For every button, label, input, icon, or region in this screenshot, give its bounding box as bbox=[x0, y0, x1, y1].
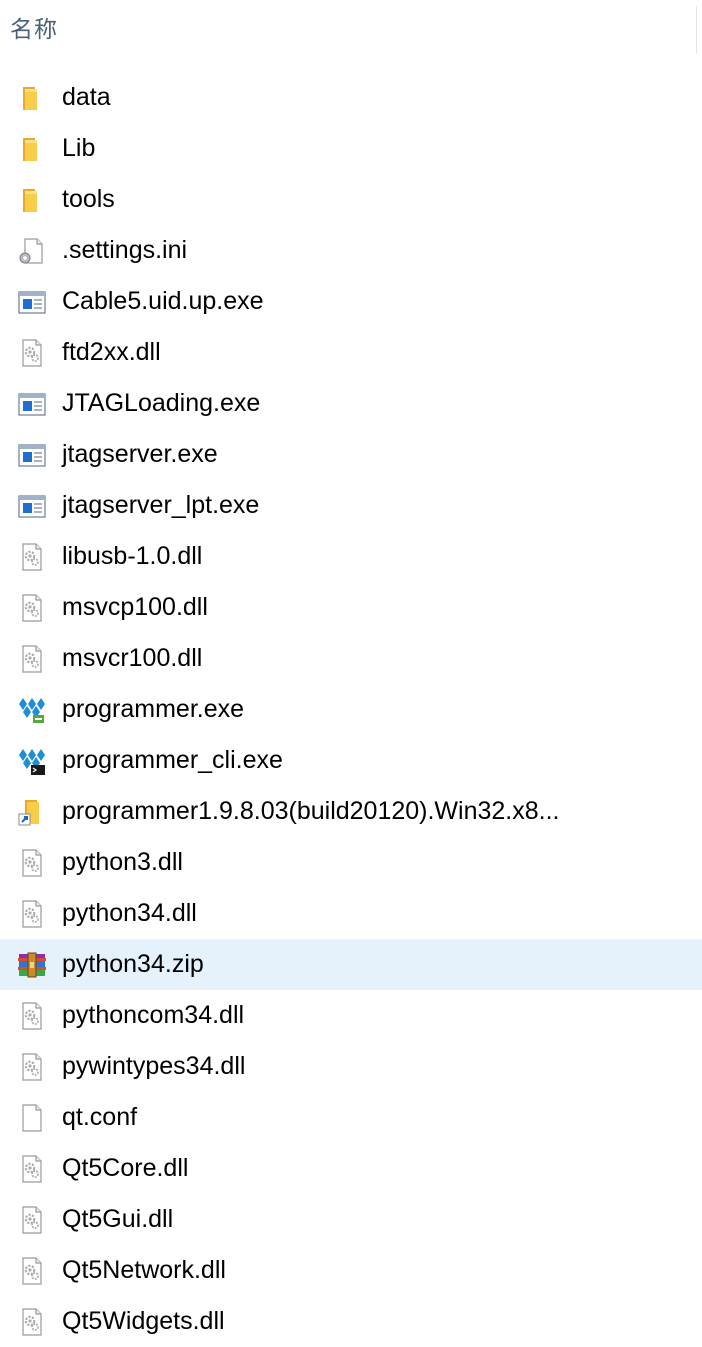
file-name: msvcr100.dll bbox=[62, 644, 203, 672]
file-name: Qt5Core.dll bbox=[62, 1154, 189, 1182]
file-name: jtagserver_lpt.exe bbox=[62, 491, 260, 519]
file-name: programmer.exe bbox=[62, 695, 245, 723]
blank-file-icon bbox=[17, 1103, 47, 1133]
file-row[interactable]: pythoncom34.dll bbox=[0, 990, 702, 1041]
file-row[interactable]: python3.dll bbox=[0, 837, 702, 888]
file-name: msvcp100.dll bbox=[62, 593, 208, 621]
programmer-cli-icon bbox=[17, 746, 47, 776]
file-name: python34.zip bbox=[62, 950, 204, 978]
file-row[interactable]: libusb-1.0.dll bbox=[0, 531, 702, 582]
file-name: tools bbox=[62, 185, 115, 213]
file-name: jtagserver.exe bbox=[62, 440, 218, 468]
file-name: Qt5Widgets.dll bbox=[62, 1307, 225, 1335]
file-name: programmer_cli.exe bbox=[62, 746, 283, 774]
dll-icon bbox=[17, 542, 47, 572]
exe-icon bbox=[17, 287, 47, 317]
file-name: python3.dll bbox=[62, 848, 183, 876]
file-name: Qt5Gui.dll bbox=[62, 1205, 174, 1233]
dll-icon bbox=[17, 644, 47, 674]
dll-icon bbox=[17, 1001, 47, 1031]
folder-icon bbox=[17, 134, 47, 164]
file-row[interactable]: Cable5.uid.up.exe bbox=[0, 276, 702, 327]
file-row[interactable]: programmer1.9.8.03(build20120).Win32.x8.… bbox=[0, 786, 702, 837]
file-name: libusb-1.0.dll bbox=[62, 542, 203, 570]
file-row[interactable]: jtagserver_lpt.exe bbox=[0, 480, 702, 531]
dll-icon bbox=[17, 338, 47, 368]
exe-icon bbox=[17, 389, 47, 419]
zip-archive-icon bbox=[17, 950, 47, 980]
dll-icon bbox=[17, 1307, 47, 1337]
name-column-header[interactable]: 名称 bbox=[10, 10, 58, 44]
file-row[interactable]: msvcr100.dll bbox=[0, 633, 702, 684]
file-name: python34.dll bbox=[62, 899, 197, 927]
file-row[interactable]: python34.zip bbox=[0, 939, 702, 990]
column-divider[interactable] bbox=[696, 6, 697, 54]
dll-icon bbox=[17, 1154, 47, 1184]
dll-icon bbox=[17, 848, 47, 878]
file-row[interactable]: .settings.ini bbox=[0, 225, 702, 276]
file-row[interactable]: qt.conf bbox=[0, 1092, 702, 1143]
settings-file-icon bbox=[17, 236, 47, 266]
file-name: .settings.ini bbox=[62, 236, 188, 264]
file-name: Cable5.uid.up.exe bbox=[62, 287, 264, 315]
file-row[interactable]: msvcp100.dll bbox=[0, 582, 702, 633]
file-name: Qt5Network.dll bbox=[62, 1256, 226, 1284]
folder-shortcut-icon bbox=[17, 797, 47, 827]
dll-icon bbox=[17, 1205, 47, 1235]
folder-icon bbox=[17, 83, 47, 113]
file-name: programmer1.9.8.03(build20120).Win32.x8.… bbox=[62, 797, 560, 825]
exe-icon bbox=[17, 491, 47, 521]
file-name: Lib bbox=[62, 134, 96, 162]
dll-icon bbox=[17, 1052, 47, 1082]
file-row[interactable]: jtagserver.exe bbox=[0, 429, 702, 480]
file-row[interactable]: tools bbox=[0, 174, 702, 225]
file-row[interactable]: pywintypes34.dll bbox=[0, 1041, 702, 1092]
file-row[interactable]: Lib bbox=[0, 123, 702, 174]
exe-icon bbox=[17, 440, 47, 470]
file-row[interactable]: ftd2xx.dll bbox=[0, 327, 702, 378]
file-row[interactable]: data bbox=[0, 72, 702, 123]
file-name: ftd2xx.dll bbox=[62, 338, 161, 366]
dll-icon bbox=[17, 899, 47, 929]
file-row[interactable]: JTAGLoading.exe bbox=[0, 378, 702, 429]
programmer-app-icon bbox=[17, 695, 47, 725]
dll-icon bbox=[17, 593, 47, 623]
file-row[interactable]: Qt5Core.dll bbox=[0, 1143, 702, 1194]
file-row[interactable]: programmer.exe bbox=[0, 684, 702, 735]
file-name: data bbox=[62, 83, 111, 111]
file-name: JTAGLoading.exe bbox=[62, 389, 261, 417]
file-row[interactable]: programmer_cli.exe bbox=[0, 735, 702, 786]
file-row[interactable]: Qt5Network.dll bbox=[0, 1245, 702, 1296]
file-row[interactable]: Qt5Widgets.dll bbox=[0, 1296, 702, 1347]
column-header: 名称 bbox=[0, 0, 702, 60]
file-name: pywintypes34.dll bbox=[62, 1052, 246, 1080]
file-list: data Lib tools .settings.ini Cable5.uid.… bbox=[0, 72, 702, 1347]
file-name: qt.conf bbox=[62, 1103, 138, 1131]
folder-icon bbox=[17, 185, 47, 215]
file-row[interactable]: python34.dll bbox=[0, 888, 702, 939]
file-row[interactable]: Qt5Gui.dll bbox=[0, 1194, 702, 1245]
file-name: pythoncom34.dll bbox=[62, 1001, 245, 1029]
dll-icon bbox=[17, 1256, 47, 1286]
